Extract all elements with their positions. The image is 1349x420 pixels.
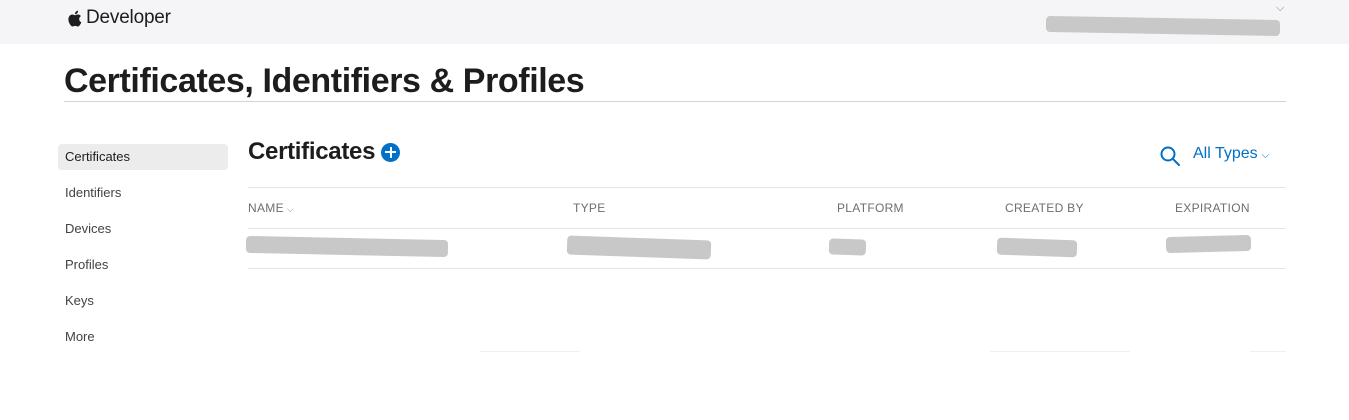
sidebar-item-profiles[interactable]: Profiles [58,252,228,278]
faint-divider [990,351,1130,352]
type-filter-label: All Types [1193,145,1258,162]
redacted-cell [1165,234,1252,254]
account-chevron-icon: ⌵ [1276,2,1285,14]
sidebar-item-keys[interactable]: Keys [58,288,228,314]
column-header-type[interactable]: TYPE [573,201,606,215]
faint-divider [480,351,580,352]
chevron-down-icon: ⌵ [1261,149,1270,161]
sort-chevron-icon: ⌵ [286,204,294,214]
table-row-divider [248,268,1286,269]
title-divider [64,101,1286,102]
sidebar-nav: Certificates Identifiers Devices Profile… [58,144,228,360]
redacted-cell [245,235,449,258]
search-icon[interactable] [1159,145,1181,167]
redacted-cell [828,238,867,256]
add-certificate-button[interactable] [381,142,401,162]
table-header-divider [248,228,1286,229]
developer-home-link[interactable]: Developer [66,7,171,29]
account-menu[interactable]: ⌵ [1044,2,1284,38]
sidebar-item-devices[interactable]: Devices [58,216,228,242]
type-filter-dropdown[interactable]: All Types ⌵ [1193,145,1269,163]
page-title: Certificates, Identifiers & Profiles [64,62,585,100]
sidebar-item-certificates[interactable]: Certificates [58,144,228,170]
redacted-cell [566,235,712,260]
apple-logo-icon [68,10,82,26]
column-header-platform[interactable]: PLATFORM [837,201,904,215]
column-header-name[interactable]: NAME ⌵ [248,201,294,215]
redacted-cell [996,237,1078,258]
column-header-created-by[interactable]: CREATED BY [1005,201,1084,215]
redacted-account [1045,15,1281,37]
faint-divider [1250,351,1286,352]
section-title: Certificates [248,138,376,165]
table-top-divider [248,187,1286,188]
column-header-expiration[interactable]: EXPIRATION [1175,201,1250,215]
section-header: Certificates [248,138,401,166]
column-name-label: NAME [248,201,284,215]
sidebar-item-identifiers[interactable]: Identifiers [58,180,228,206]
brand-label: Developer [86,7,171,28]
sidebar-item-more[interactable]: More [58,324,228,350]
global-nav: Developer ⌵ [0,0,1349,44]
